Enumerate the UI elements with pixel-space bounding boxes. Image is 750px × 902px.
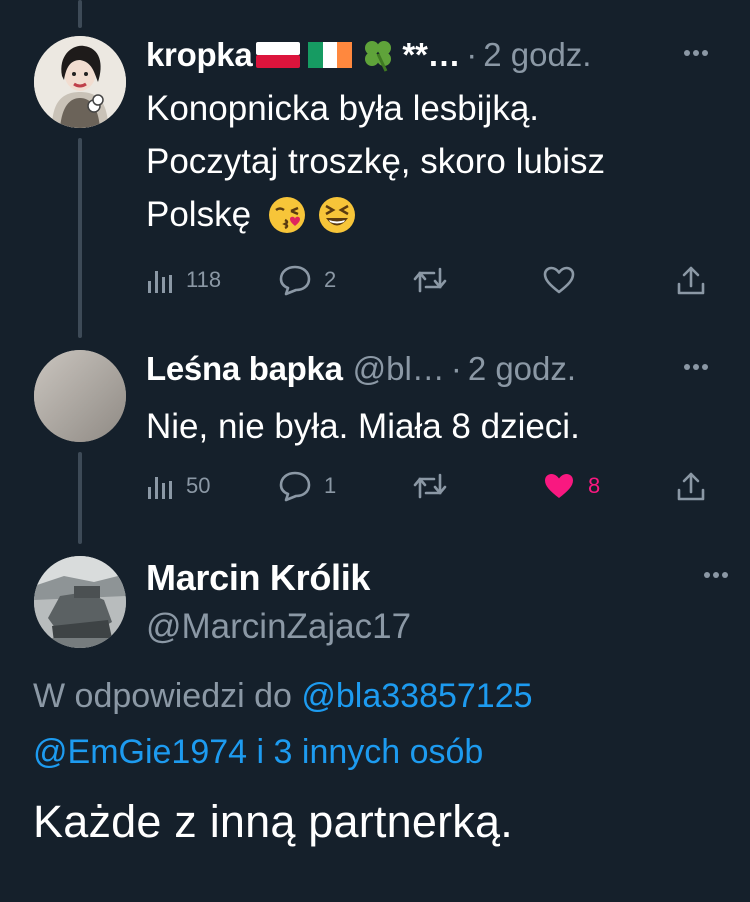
author-handle-truncated: **…	[402, 36, 461, 73]
thread-line-1	[78, 138, 82, 338]
more-options-button[interactable]	[678, 352, 714, 382]
views-chart-icon	[148, 271, 172, 293]
avatar-tank-photo-icon	[34, 556, 126, 648]
tweet-header: kropka **… · 2 godz.	[146, 34, 730, 76]
reply-bubble-icon	[279, 265, 311, 296]
author-name[interactable]: Marcin Królik	[146, 557, 370, 599]
like-button[interactable]	[542, 260, 588, 300]
separator-dot: ·	[450, 350, 462, 387]
more-options-button[interactable]	[698, 560, 734, 590]
views-button[interactable]: 118	[146, 260, 221, 300]
tweet-actions: 50 1 8	[146, 466, 716, 506]
poland-flag-icon	[256, 42, 301, 68]
share-upload-icon	[677, 472, 705, 501]
like-count: 8	[588, 473, 601, 498]
author-handle[interactable]: @MarcinZajac17	[146, 607, 411, 647]
separator-dot: ·	[466, 36, 478, 73]
more-dots-icon	[684, 364, 708, 370]
tweet-header: Leśna bapka @bl… · 2 godz.	[146, 348, 730, 390]
share-button[interactable]	[676, 260, 706, 300]
thread-line-2	[78, 452, 82, 544]
reply-count: 1	[324, 473, 337, 498]
heart-outline-icon	[543, 266, 575, 294]
more-options-button[interactable]	[678, 38, 714, 68]
avatar[interactable]	[34, 36, 126, 128]
tweet-text-line: Konopnicka była lesbijką.	[146, 89, 540, 128]
more-dots-icon	[684, 50, 708, 56]
tweet-text: Nie, nie była. Miała 8 dzieci.	[146, 407, 580, 446]
avatar[interactable]	[34, 556, 126, 648]
avatar[interactable]	[34, 350, 126, 442]
reply-bubble-icon	[279, 471, 311, 502]
tweet-text-line: Polskę	[146, 195, 252, 234]
share-button[interactable]	[676, 466, 706, 506]
views-button[interactable]: 50	[146, 466, 210, 506]
share-upload-icon	[677, 266, 705, 295]
replying-to: W odpowiedzi do @bla33857125 @EmGie1974 …	[33, 668, 733, 780]
mention-link[interactable]: @EmGie1974	[33, 733, 247, 771]
tweet-time[interactable]: 2 godz.	[468, 350, 576, 388]
views-count: 50	[186, 473, 211, 498]
reply-prefix: W odpowiedzi do	[33, 677, 292, 715]
views-count: 118	[186, 267, 222, 292]
reply-button[interactable]: 2	[278, 260, 336, 300]
retweet-button[interactable]	[412, 466, 460, 506]
kissing-face-emoji	[269, 196, 306, 233]
like-button[interactable]: 8	[542, 466, 600, 506]
author-handle[interactable]: @bl…	[353, 350, 445, 388]
laughing-face-emoji	[319, 196, 356, 233]
thread-line-top	[78, 0, 82, 28]
author-name[interactable]: kropka	[146, 36, 253, 74]
retweet-icon	[413, 267, 447, 293]
reply-count: 2	[324, 267, 337, 292]
tweet-time[interactable]: 2 godz.	[483, 36, 591, 74]
main-tweet-text: Każde z inną partnerką.	[33, 796, 513, 847]
retweet-button[interactable]	[412, 260, 460, 300]
retweet-icon	[413, 473, 447, 499]
tweet-actions: 118 2	[146, 260, 716, 300]
author-flags	[256, 37, 396, 73]
views-chart-icon	[148, 477, 172, 499]
others-link[interactable]: 3 innych osób	[274, 733, 484, 771]
reply-button[interactable]: 1	[278, 466, 336, 506]
author-name[interactable]: Leśna bapka	[146, 350, 343, 388]
more-dots-icon	[704, 572, 728, 578]
mention-and: i	[256, 733, 265, 771]
tweet-text-line: Poczytaj troszkę, skoro lubisz	[146, 142, 606, 181]
four-leaf-clover-icon	[365, 41, 392, 72]
avatar-portrait-icon	[34, 36, 126, 128]
heart-filled-icon	[545, 474, 573, 498]
avatar-blank-icon	[34, 350, 126, 442]
mention-link[interactable]: @bla33857125	[301, 677, 532, 715]
ireland-flag-icon	[308, 42, 353, 68]
tweet-text: Konopnicka była lesbijką. Poczytaj trosz…	[146, 82, 726, 241]
